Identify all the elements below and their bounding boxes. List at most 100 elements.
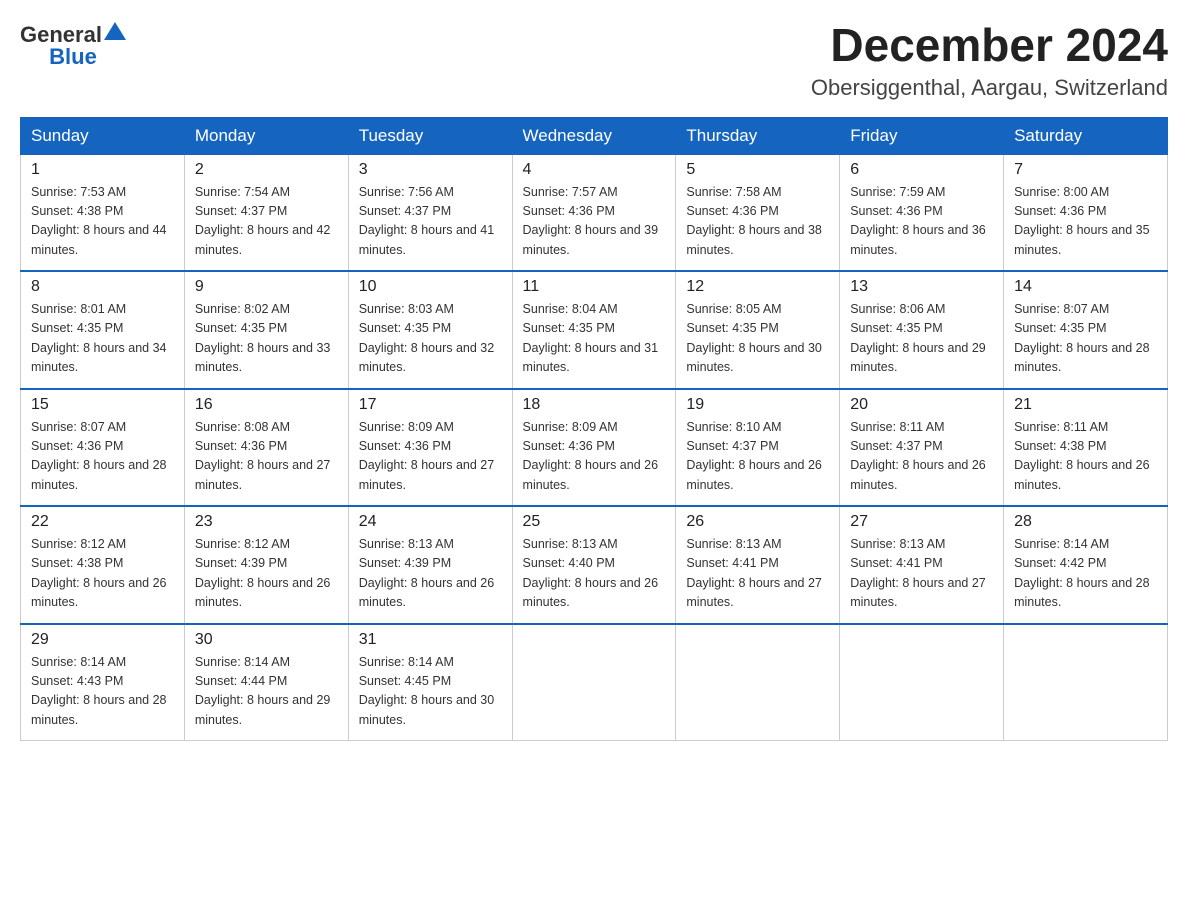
day-number: 27: [850, 513, 993, 531]
table-row: [676, 624, 840, 741]
table-row: 19 Sunrise: 8:10 AMSunset: 4:37 PMDayligh…: [676, 389, 840, 507]
table-row: 8 Sunrise: 8:01 AMSunset: 4:35 PMDaylight…: [21, 271, 185, 389]
day-info: Sunrise: 8:14 AMSunset: 4:42 PMDaylight:…: [1014, 535, 1157, 613]
day-info: Sunrise: 8:14 AMSunset: 4:43 PMDaylight:…: [31, 653, 174, 731]
table-row: 14 Sunrise: 8:07 AMSunset: 4:35 PMDayligh…: [1004, 271, 1168, 389]
day-number: 31: [359, 631, 502, 649]
day-number: 5: [686, 161, 829, 179]
day-info: Sunrise: 8:13 AMSunset: 4:41 PMDaylight:…: [850, 535, 993, 613]
calendar-table: Sunday Monday Tuesday Wednesday Thursday…: [20, 117, 1168, 742]
day-number: 20: [850, 396, 993, 414]
col-tuesday: Tuesday: [348, 117, 512, 154]
day-info: Sunrise: 8:05 AMSunset: 4:35 PMDaylight:…: [686, 300, 829, 378]
calendar-week-1: 1 Sunrise: 7:53 AMSunset: 4:38 PMDaylight…: [21, 154, 1168, 271]
day-number: 22: [31, 513, 174, 531]
table-row: 4Sunrise: 7:57 AMSunset: 4:36 PMDaylight…: [512, 154, 676, 271]
page-header: General Blue December 2024 Obersiggentha…: [20, 20, 1168, 101]
day-info: Sunrise: 8:07 AMSunset: 4:36 PMDaylight:…: [31, 418, 174, 496]
day-number: 2: [195, 161, 338, 179]
day-number: 19: [686, 396, 829, 414]
table-row: 6 Sunrise: 7:59 AMSunset: 4:36 PMDaylight…: [840, 154, 1004, 271]
day-info: Sunrise: 7:53 AMSunset: 4:38 PMDaylight:…: [31, 183, 174, 261]
logo-icon: General Blue: [20, 20, 126, 70]
day-number: 12: [686, 278, 829, 296]
table-row: 17 Sunrise: 8:09 AMSunset: 4:36 PMDayligh…: [348, 389, 512, 507]
day-info: Sunrise: 8:01 AMSunset: 4:35 PMDaylight:…: [31, 300, 174, 378]
logo: General Blue: [20, 20, 126, 70]
day-info: Sunrise: 8:06 AMSunset: 4:35 PMDaylight:…: [850, 300, 993, 378]
day-info: Sunrise: 8:00 AMSunset: 4:36 PMDaylight:…: [1014, 183, 1157, 261]
day-number: 9: [195, 278, 338, 296]
col-saturday: Saturday: [1004, 117, 1168, 154]
table-row: 12 Sunrise: 8:05 AMSunset: 4:35 PMDayligh…: [676, 271, 840, 389]
logo-blue-text: Blue: [49, 44, 97, 69]
calendar-week-3: 15 Sunrise: 8:07 AMSunset: 4:36 PMDayligh…: [21, 389, 1168, 507]
table-row: 31 Sunrise: 8:14 AMSunset: 4:45 PMDayligh…: [348, 624, 512, 741]
table-row: 11Sunrise: 8:04 AMSunset: 4:35 PMDayligh…: [512, 271, 676, 389]
day-info: Sunrise: 8:13 AMSunset: 4:40 PMDaylight:…: [523, 535, 666, 613]
table-row: 7 Sunrise: 8:00 AMSunset: 4:36 PMDaylight…: [1004, 154, 1168, 271]
day-info: Sunrise: 8:10 AMSunset: 4:37 PMDaylight:…: [686, 418, 829, 496]
day-info: Sunrise: 8:07 AMSunset: 4:35 PMDaylight:…: [1014, 300, 1157, 378]
day-number: 14: [1014, 278, 1157, 296]
calendar-week-5: 29 Sunrise: 8:14 AMSunset: 4:43 PMDayligh…: [21, 624, 1168, 741]
table-row: 24 Sunrise: 8:13 AMSunset: 4:39 PMDayligh…: [348, 506, 512, 624]
day-number: 17: [359, 396, 502, 414]
day-number: 6: [850, 161, 993, 179]
table-row: 21 Sunrise: 8:11 AMSunset: 4:38 PMDayligh…: [1004, 389, 1168, 507]
table-row: 10Sunrise: 8:03 AMSunset: 4:35 PMDayligh…: [348, 271, 512, 389]
day-info: Sunrise: 8:12 AMSunset: 4:39 PMDaylight:…: [195, 535, 338, 613]
table-row: 30Sunrise: 8:14 AMSunset: 4:44 PMDayligh…: [184, 624, 348, 741]
day-number: 30: [195, 631, 338, 649]
day-number: 3: [359, 161, 502, 179]
day-info: Sunrise: 7:57 AMSunset: 4:36 PMDaylight:…: [523, 183, 666, 261]
table-row: 2 Sunrise: 7:54 AMSunset: 4:37 PMDaylight…: [184, 154, 348, 271]
table-row: [840, 624, 1004, 741]
day-info: Sunrise: 7:56 AMSunset: 4:37 PMDaylight:…: [359, 183, 502, 261]
col-sunday: Sunday: [21, 117, 185, 154]
day-number: 21: [1014, 396, 1157, 414]
day-info: Sunrise: 8:12 AMSunset: 4:38 PMDaylight:…: [31, 535, 174, 613]
logo-triangle-icon: [104, 20, 126, 42]
calendar-week-2: 8 Sunrise: 8:01 AMSunset: 4:35 PMDaylight…: [21, 271, 1168, 389]
day-info: Sunrise: 8:09 AMSunset: 4:36 PMDaylight:…: [523, 418, 666, 496]
month-year-title: December 2024: [811, 20, 1168, 71]
day-number: 13: [850, 278, 993, 296]
day-info: Sunrise: 7:54 AMSunset: 4:37 PMDaylight:…: [195, 183, 338, 261]
location-subtitle: Obersiggenthal, Aargau, Switzerland: [811, 75, 1168, 101]
table-row: 15 Sunrise: 8:07 AMSunset: 4:36 PMDayligh…: [21, 389, 185, 507]
table-row: [1004, 624, 1168, 741]
calendar-week-4: 22 Sunrise: 8:12 AMSunset: 4:38 PMDayligh…: [21, 506, 1168, 624]
table-row: 18Sunrise: 8:09 AMSunset: 4:36 PMDayligh…: [512, 389, 676, 507]
table-row: 9Sunrise: 8:02 AMSunset: 4:35 PMDaylight…: [184, 271, 348, 389]
day-info: Sunrise: 8:14 AMSunset: 4:45 PMDaylight:…: [359, 653, 502, 731]
day-info: Sunrise: 8:09 AMSunset: 4:36 PMDaylight:…: [359, 418, 502, 496]
day-number: 25: [523, 513, 666, 531]
day-info: Sunrise: 8:11 AMSunset: 4:37 PMDaylight:…: [850, 418, 993, 496]
day-number: 24: [359, 513, 502, 531]
table-row: 13 Sunrise: 8:06 AMSunset: 4:35 PMDayligh…: [840, 271, 1004, 389]
day-number: 16: [195, 396, 338, 414]
day-number: 15: [31, 396, 174, 414]
table-row: 28 Sunrise: 8:14 AMSunset: 4:42 PMDayligh…: [1004, 506, 1168, 624]
day-number: 28: [1014, 513, 1157, 531]
col-monday: Monday: [184, 117, 348, 154]
day-info: Sunrise: 8:11 AMSunset: 4:38 PMDaylight:…: [1014, 418, 1157, 496]
day-number: 7: [1014, 161, 1157, 179]
day-number: 23: [195, 513, 338, 531]
day-number: 29: [31, 631, 174, 649]
day-number: 1: [31, 161, 174, 179]
day-info: Sunrise: 7:58 AMSunset: 4:36 PMDaylight:…: [686, 183, 829, 261]
calendar-header-row: Sunday Monday Tuesday Wednesday Thursday…: [21, 117, 1168, 154]
day-number: 10: [359, 278, 502, 296]
day-info: Sunrise: 8:08 AMSunset: 4:36 PMDaylight:…: [195, 418, 338, 496]
table-row: 29 Sunrise: 8:14 AMSunset: 4:43 PMDayligh…: [21, 624, 185, 741]
table-row: 22 Sunrise: 8:12 AMSunset: 4:38 PMDayligh…: [21, 506, 185, 624]
day-info: Sunrise: 8:13 AMSunset: 4:39 PMDaylight:…: [359, 535, 502, 613]
col-wednesday: Wednesday: [512, 117, 676, 154]
day-info: Sunrise: 7:59 AMSunset: 4:36 PMDaylight:…: [850, 183, 993, 261]
table-row: 25 Sunrise: 8:13 AMSunset: 4:40 PMDayligh…: [512, 506, 676, 624]
day-number: 8: [31, 278, 174, 296]
table-row: 23 Sunrise: 8:12 AMSunset: 4:39 PMDayligh…: [184, 506, 348, 624]
table-row: 27 Sunrise: 8:13 AMSunset: 4:41 PMDayligh…: [840, 506, 1004, 624]
